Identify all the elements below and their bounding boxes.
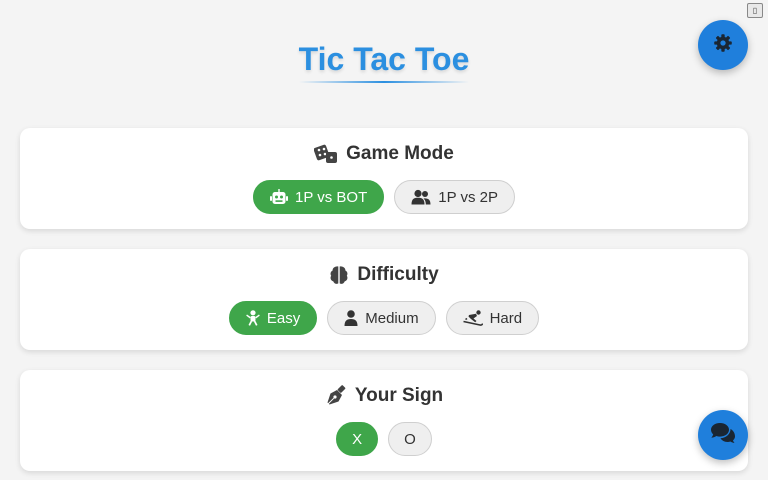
corner-button[interactable]: ▯ [747,3,763,18]
difficulty-option-easy[interactable]: Easy [228,301,318,335]
users-icon [411,189,431,205]
gear-icon [713,33,733,58]
game-mode-header: Game Mode [20,142,748,166]
chat-button[interactable] [698,410,748,460]
mode-option-label: 1P vs 2P [438,188,498,206]
difficulty-card: Difficulty Easy Medium Hard [20,249,748,350]
difficulty-option-hard[interactable]: Hard [445,301,540,335]
mode-option-bot[interactable]: 1P vs BOT [252,180,385,214]
sign-option-label: O [404,430,416,448]
dice-icon [314,143,338,165]
robot-icon [269,189,288,205]
baby-icon [246,310,260,326]
brain-icon [329,265,349,285]
page-title: Tic Tac Toe [298,41,470,77]
difficulty-option-label: Hard [489,309,523,327]
difficulty-option-label: Medium [365,309,419,327]
your-sign-card: Your Sign X O [20,370,748,471]
person-icon [344,310,358,326]
mode-option-label: 1P vs BOT [294,188,368,206]
sign-option-label: X [352,430,363,448]
difficulty-option-label: Easy [266,309,301,327]
mode-option-2p[interactable]: 1P vs 2P [394,180,515,214]
sign-option-x[interactable]: X [336,422,379,456]
your-sign-title: Your Sign [354,385,444,406]
skiing-icon [462,310,483,326]
game-mode-card: Game Mode 1P vs BOT 1P vs 2P [20,128,748,229]
difficulty-option-medium[interactable]: Medium [327,301,436,335]
settings-button[interactable] [698,20,748,70]
your-sign-header: Your Sign [20,384,748,408]
title-underline [299,81,469,83]
game-mode-title: Game Mode [346,143,454,164]
difficulty-header: Difficulty [20,263,748,287]
comments-icon [710,422,736,449]
sign-option-o[interactable]: O [388,422,432,456]
pen-nib-icon [325,385,347,407]
difficulty-title: Difficulty [357,264,439,285]
